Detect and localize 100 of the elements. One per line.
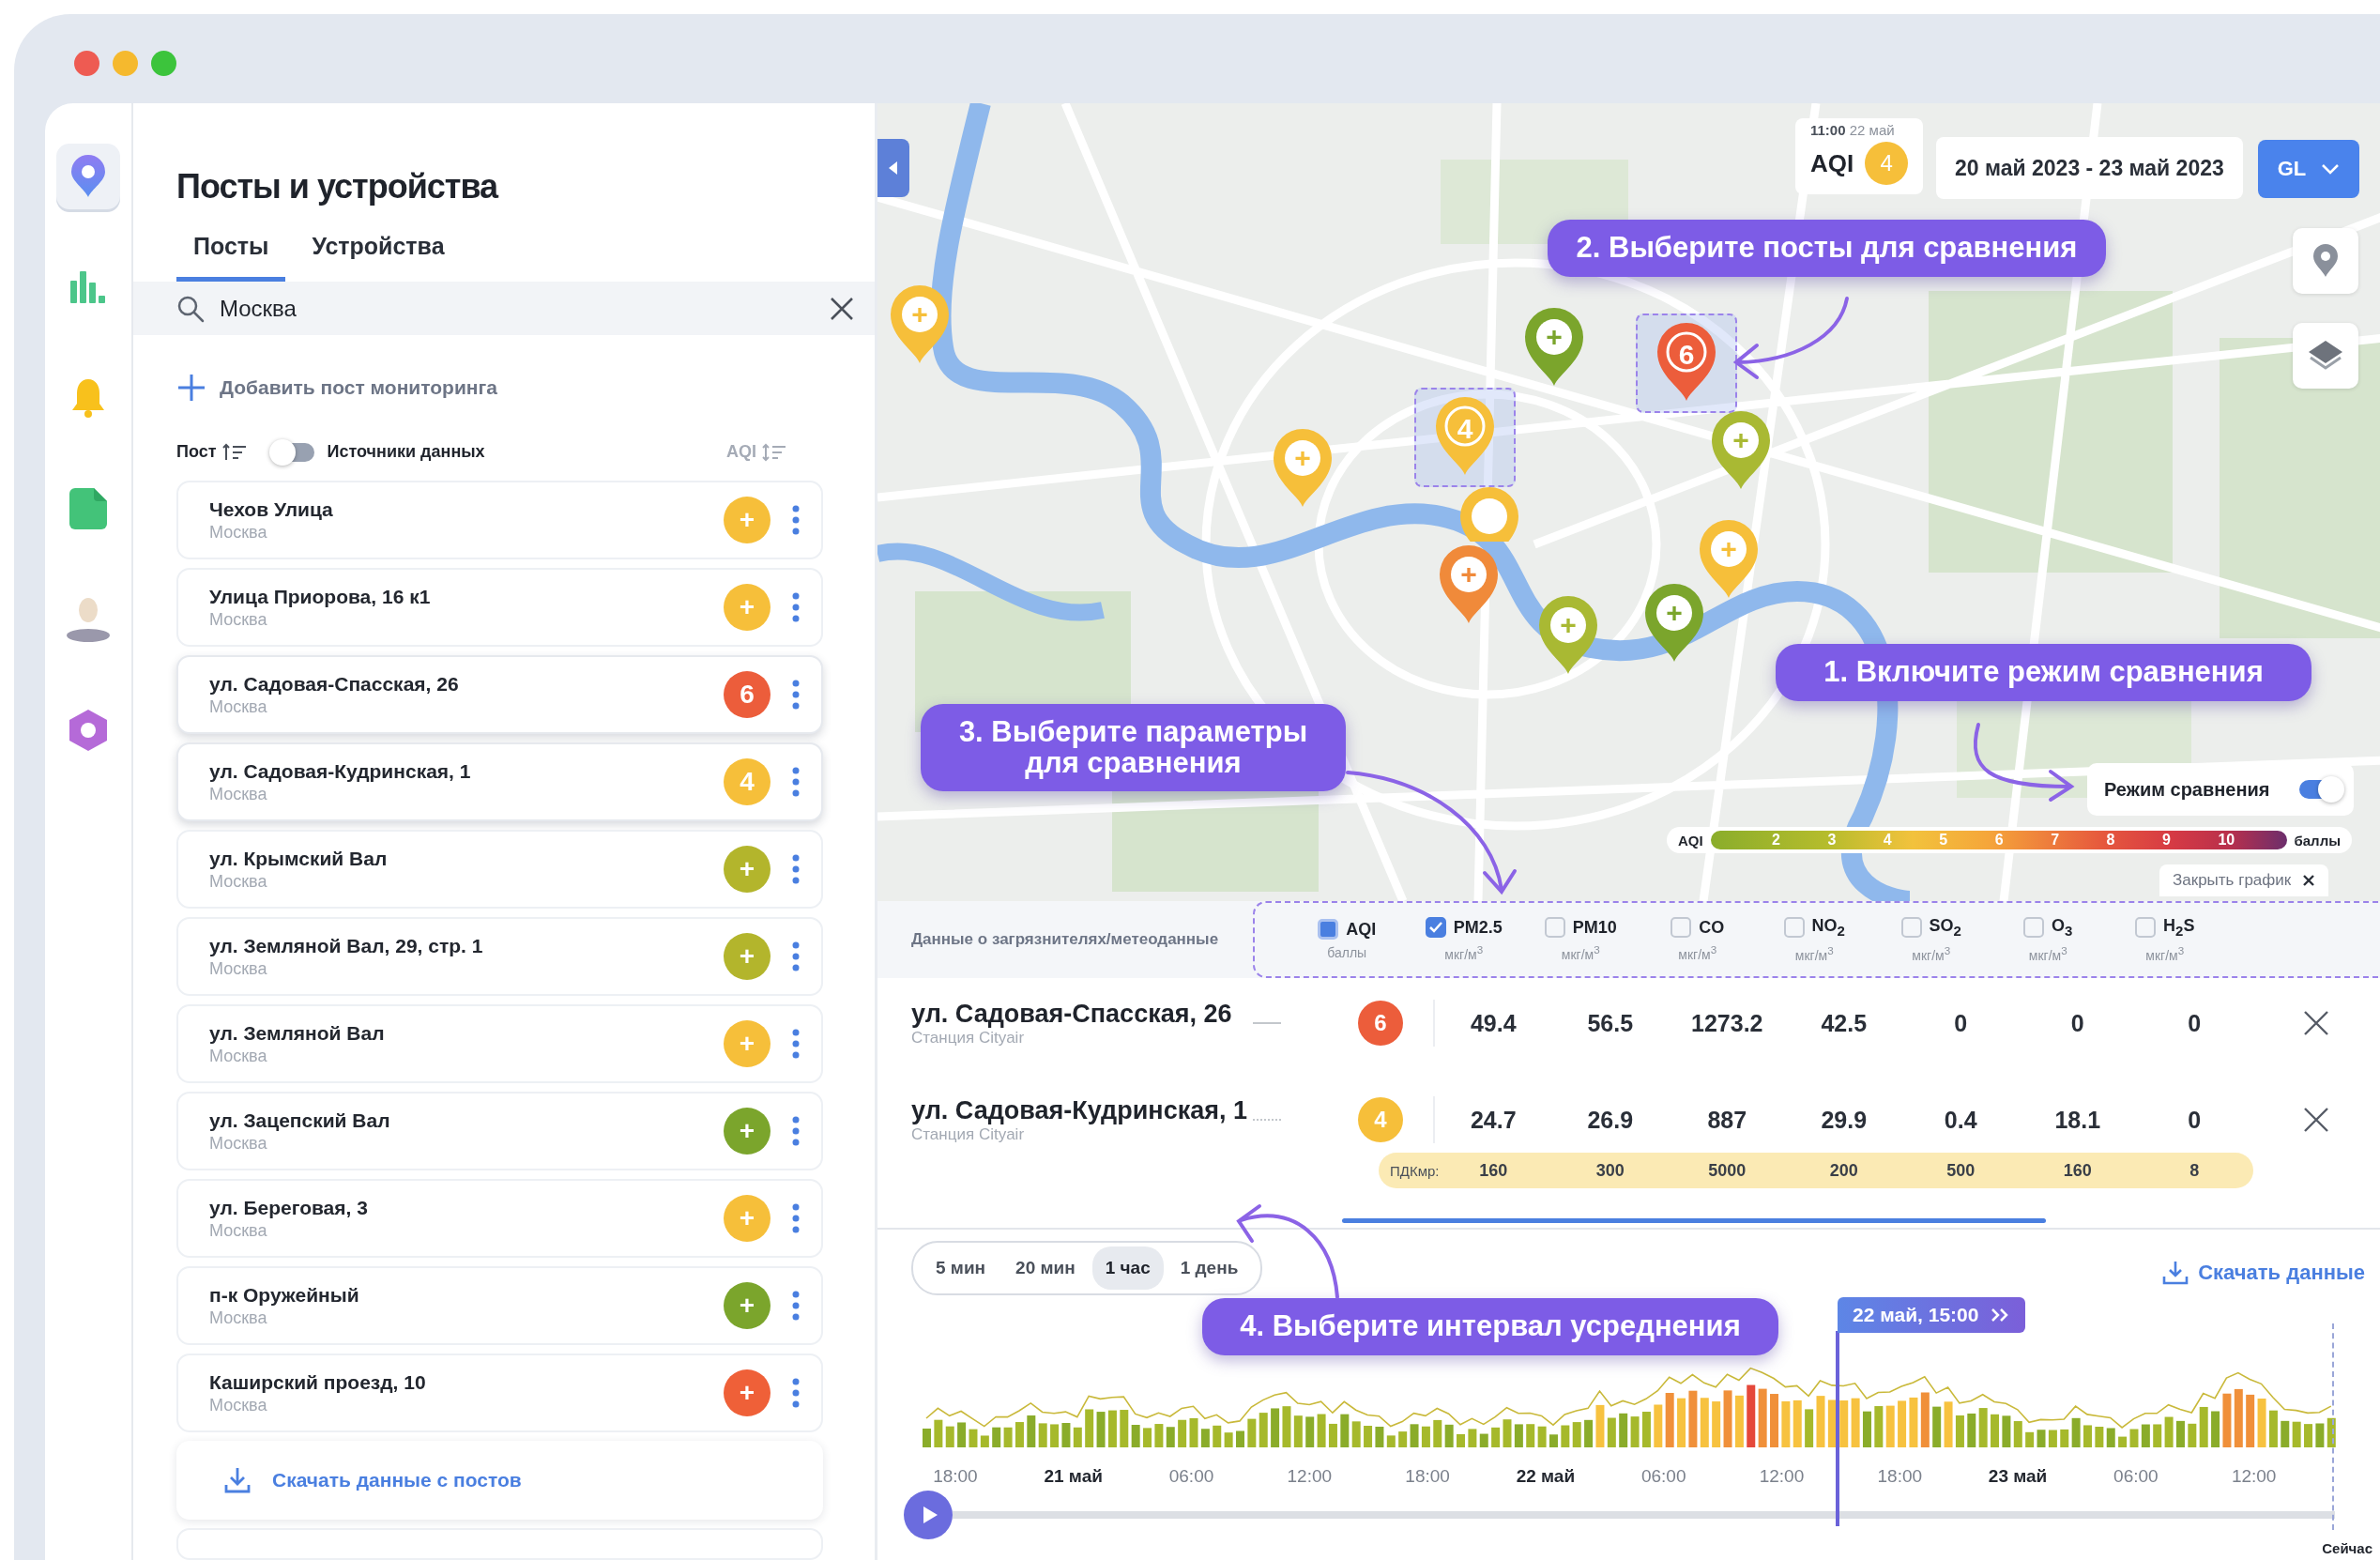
download-posts-button[interactable]: Скачать данные с постов bbox=[176, 1441, 823, 1520]
location-pin-icon bbox=[69, 155, 107, 198]
scrollbar-thumb[interactable] bbox=[1342, 1218, 2046, 1223]
checkbox[interactable] bbox=[1318, 919, 1339, 940]
parameter-unit: мкг/м$^{3}$ bbox=[2028, 943, 2067, 963]
checkbox[interactable] bbox=[2135, 917, 2157, 939]
date-range-button[interactable]: 20 май 2023 - 23 май 2023 bbox=[1936, 137, 2243, 199]
post-city: Москва bbox=[209, 609, 268, 630]
checkbox[interactable] bbox=[2023, 917, 2045, 939]
interval-option[interactable]: 1 день bbox=[1167, 1246, 1252, 1290]
post-name: ул. Земляной Вал bbox=[209, 1021, 386, 1045]
post-city: Москва bbox=[209, 1220, 268, 1241]
post-city: Москва bbox=[209, 1133, 268, 1154]
table-cell-text: 42.5 bbox=[1820, 1009, 1869, 1038]
close-chart-button[interactable]: Закрыть график bbox=[2159, 864, 2329, 896]
post-card[interactable]: ул. Зацепский Вал Москва + bbox=[176, 1092, 823, 1170]
toggle-label: Источники данных bbox=[327, 442, 485, 462]
collapse-panel-button[interactable] bbox=[877, 139, 909, 197]
limit-value: 8 bbox=[2189, 1160, 2201, 1181]
map-pin-icon bbox=[1537, 594, 1599, 675]
triangle-left-icon bbox=[889, 161, 898, 175]
location-button[interactable] bbox=[2293, 228, 2358, 294]
checkbox[interactable] bbox=[1783, 917, 1805, 939]
more-options-icon[interactable] bbox=[791, 766, 801, 798]
more-options-icon[interactable] bbox=[791, 1115, 801, 1147]
post-card[interactable]: ул. Земляной Вал, 29, стр. 1 Москва + bbox=[176, 917, 823, 996]
panel-title: Посты и устройства bbox=[176, 167, 499, 206]
remove-row-icon[interactable] bbox=[2303, 1107, 2330, 1133]
post-card[interactable]: Чехов Улица Москва + bbox=[176, 481, 823, 559]
limit-value: 160 bbox=[1478, 1160, 1509, 1181]
interval-option[interactable]: 1 час bbox=[1091, 1246, 1164, 1290]
layers-button[interactable] bbox=[2293, 323, 2358, 389]
map-style-dropdown[interactable]: GL bbox=[2258, 140, 2359, 198]
more-options-icon[interactable] bbox=[791, 591, 801, 623]
zoom-window-button[interactable] bbox=[151, 51, 176, 76]
more-options-icon[interactable] bbox=[791, 504, 801, 536]
clear-search-icon[interactable] bbox=[830, 296, 854, 321]
checkbox[interactable] bbox=[1544, 917, 1565, 939]
interval-option[interactable]: 5 мин bbox=[923, 1246, 999, 1290]
axis-label: 12:00 bbox=[1758, 1466, 1806, 1487]
limit-value: 5000 bbox=[1707, 1160, 1747, 1181]
aqi-scale-bar: 2 3 4 5 6 7 8 9 10 bbox=[1710, 831, 2287, 849]
post-card[interactable]: ул. Земляной Вал Москва + bbox=[176, 1004, 823, 1083]
more-options-icon[interactable] bbox=[791, 1290, 801, 1322]
table-cell-text: 1273.2 bbox=[1690, 1009, 1764, 1038]
more-options-icon[interactable] bbox=[791, 853, 801, 885]
post-name: ул. Садовая-Кудринская, 1 bbox=[911, 1096, 1248, 1125]
location-pin-icon bbox=[2312, 244, 2339, 278]
parameter-name: PM2.5 bbox=[1453, 917, 1503, 938]
more-options-icon[interactable] bbox=[791, 679, 801, 711]
instruction-callout: 1. Включите режим сравнения bbox=[1776, 644, 2311, 701]
parameter-name: SO$_{2}$ bbox=[1929, 916, 1961, 939]
post-card[interactable]: п-к Оружейный Москва + bbox=[176, 1266, 823, 1345]
parameter-name: AQI bbox=[1346, 919, 1377, 940]
post-card[interactable]: ул. Садовая-Кудринская, 1 Москва 4 bbox=[176, 742, 823, 821]
axis-label: 12:00 bbox=[1286, 1466, 1334, 1487]
more-options-icon[interactable] bbox=[791, 1202, 801, 1234]
axis-label: 21 май bbox=[1043, 1466, 1104, 1487]
download-data-link[interactable]: Скачать данные bbox=[2162, 1261, 2365, 1285]
close-window-button[interactable] bbox=[74, 51, 99, 76]
play-icon bbox=[922, 1506, 938, 1524]
checkbox[interactable] bbox=[1425, 917, 1446, 939]
search-field[interactable]: Москва bbox=[133, 282, 875, 335]
add-post-button[interactable]: Добавить пост мониторинга bbox=[176, 373, 497, 403]
tab[interactable]: Устройства bbox=[295, 233, 462, 282]
aqi-badge: + bbox=[724, 1369, 770, 1416]
post-name: ул. Земляной Вал, 29, стр. 1 bbox=[209, 934, 484, 957]
close-icon bbox=[2302, 874, 2316, 887]
post-city: Москва bbox=[209, 958, 268, 979]
parameter-unit: мкг/м$^{3}$ bbox=[2145, 943, 2185, 963]
axis-label: 18:00 bbox=[932, 1466, 979, 1487]
more-options-icon[interactable] bbox=[791, 941, 801, 972]
axis-label: 06:00 bbox=[1640, 1466, 1687, 1487]
remove-row-icon[interactable] bbox=[2303, 1010, 2330, 1036]
aqi-badge: + bbox=[724, 933, 770, 980]
aqi-badge: + bbox=[724, 1108, 770, 1155]
parameter-name: O$_{3}$ bbox=[2052, 916, 2073, 939]
more-options-icon[interactable] bbox=[791, 1028, 801, 1060]
post-card[interactable]: Каширский проезд, 10 Москва + bbox=[176, 1354, 823, 1432]
post-card[interactable]: ул. Садовая-Спасская, 26 Москва 6 bbox=[176, 655, 823, 734]
axis-label: 18:00 bbox=[1876, 1466, 1924, 1487]
download-icon bbox=[223, 1466, 252, 1494]
axis-label: 06:00 bbox=[2113, 1466, 2159, 1487]
more-options-icon[interactable] bbox=[791, 1377, 801, 1409]
sort-by-post-button[interactable]: Пост bbox=[176, 442, 247, 462]
nav-button[interactable] bbox=[56, 144, 120, 209]
interval-option[interactable]: 20 мин bbox=[1002, 1246, 1089, 1290]
search-icon bbox=[176, 294, 205, 323]
post-card[interactable]: Улица Приорова, 16 к1 Москва + bbox=[176, 568, 823, 647]
station-type: Станция Cityair bbox=[911, 1125, 1026, 1144]
plus-icon bbox=[176, 373, 206, 403]
post-card[interactable]: ул. Береговая, 3 Москва + bbox=[176, 1179, 823, 1258]
checkbox[interactable] bbox=[1671, 917, 1692, 939]
timeline-track[interactable] bbox=[953, 1511, 2335, 1519]
parameter-name: CO bbox=[1699, 917, 1725, 938]
post-card[interactable]: ул. Крымский Вал Москва + bbox=[176, 830, 823, 909]
checkbox[interactable] bbox=[1900, 917, 1922, 939]
play-button[interactable] bbox=[904, 1491, 953, 1539]
post-name: Улица Приорова, 16 к1 bbox=[209, 585, 432, 608]
post-name: п-к Оружейный bbox=[209, 1283, 360, 1307]
